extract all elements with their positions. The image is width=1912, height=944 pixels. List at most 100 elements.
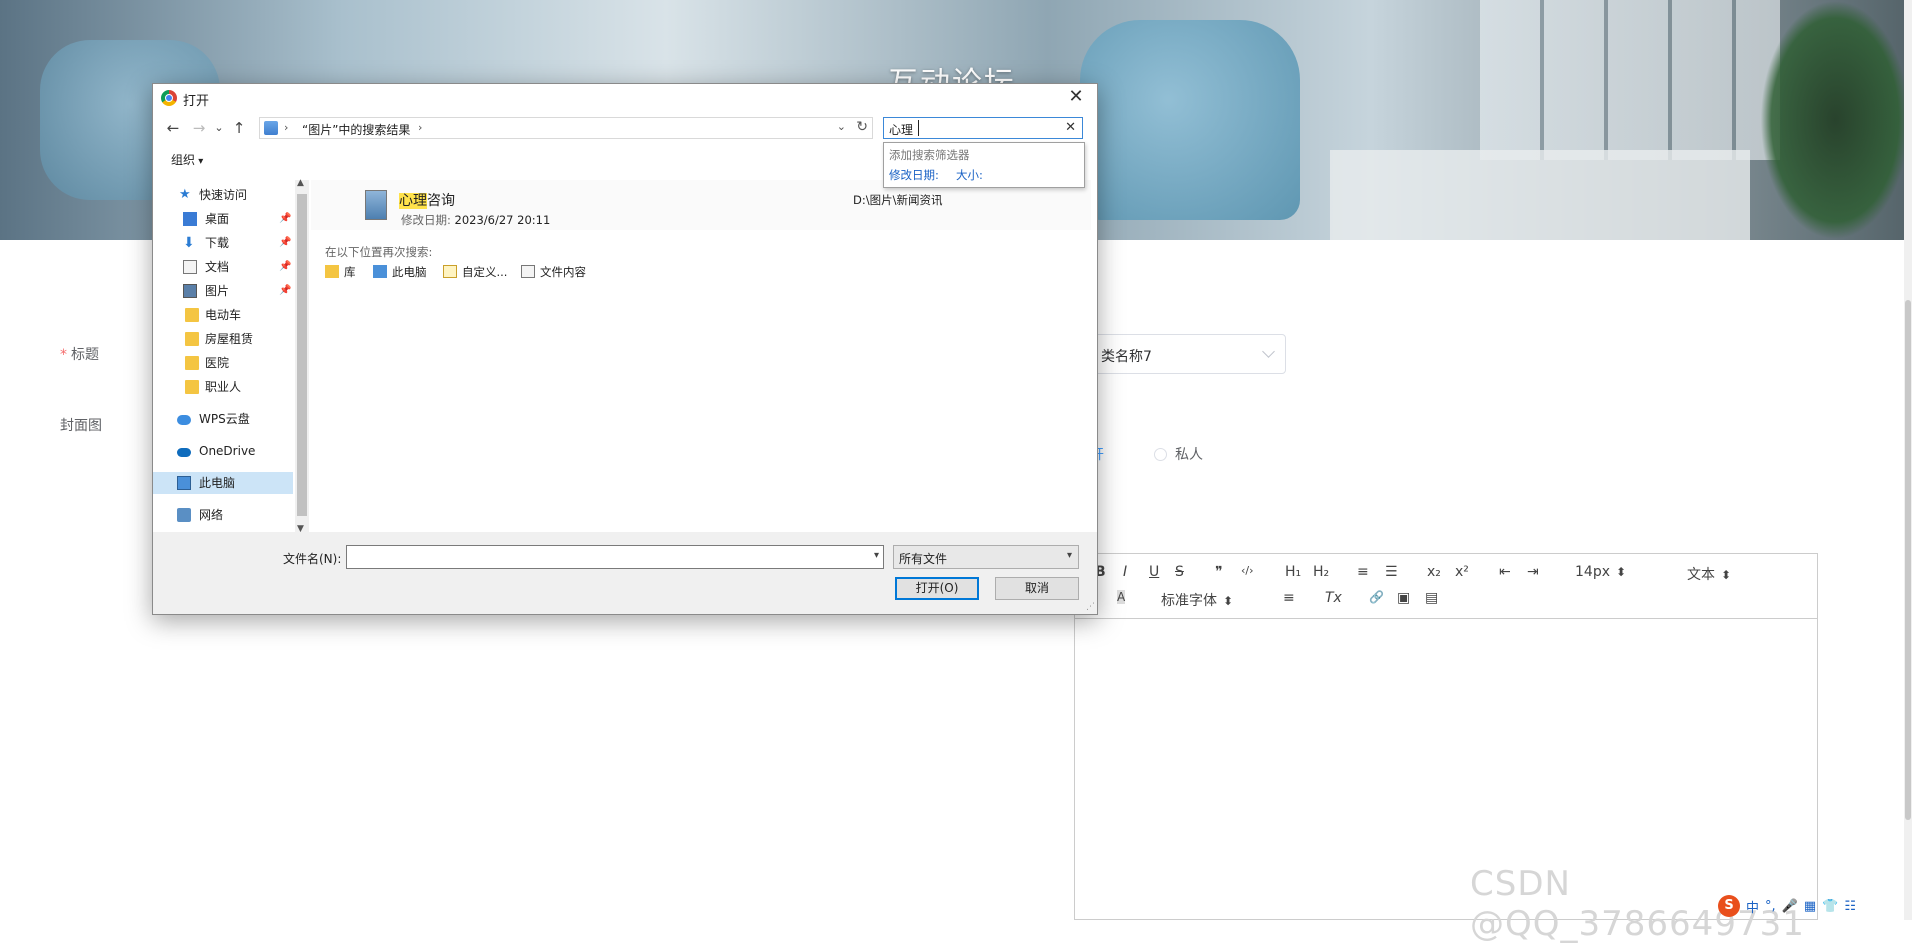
filter-date-modified[interactable]: 修改日期: <box>889 167 939 183</box>
open-button[interactable]: 打开(O) <box>895 577 979 600</box>
underline-button[interactable]: U <box>1149 564 1159 580</box>
header-select[interactable]: 文本 <box>1687 564 1767 584</box>
background-color-button[interactable]: A <box>1117 590 1126 604</box>
search-again-label: 在以下位置再次搜索: <box>325 245 433 259</box>
filter-header: 添加搜索筛选器 <box>889 148 970 162</box>
network-icon <box>177 508 191 522</box>
onedrive-icon <box>177 448 191 457</box>
cloud-icon <box>177 415 191 425</box>
subscript-button[interactable]: x₂ <box>1427 564 1441 580</box>
sidebar-item-wps-cloud[interactable]: WPS云盘 <box>153 408 293 430</box>
cancel-button[interactable]: 取消 <box>995 577 1079 600</box>
chevron-down-icon[interactable]: ▾ <box>874 550 879 561</box>
folder-icon <box>185 332 199 346</box>
page-scrollbar-thumb[interactable] <box>1905 300 1911 820</box>
document-icon <box>183 260 197 274</box>
filename-input[interactable]: ▾ <box>346 545 884 569</box>
strike-button[interactable]: S <box>1175 564 1184 580</box>
ime-tray: S 中 °, 🎤 ▦ 👕 ☷ <box>1718 892 1912 920</box>
superscript-button[interactable]: x² <box>1455 564 1469 580</box>
sidebar-item-downloads[interactable]: ⬇ 下载 📌 <box>153 232 293 254</box>
sidebar-item-folder[interactable]: 房屋租赁 <box>153 328 293 350</box>
file-path: D:\图片\新闻资讯 <box>853 193 943 207</box>
navigation-bar: ← → ⌄ ↑ › “图片”中的搜索结果 › ⌄ ↻ 心理 ✕ <box>153 116 1097 142</box>
clear-search-icon[interactable]: ✕ <box>1065 120 1076 135</box>
ime-punct-icon[interactable]: °, <box>1765 899 1776 914</box>
file-modified: 修改日期: 2023/6/27 20:11 <box>401 213 551 227</box>
folder-icon <box>185 380 199 394</box>
pictures-icon <box>183 284 197 298</box>
align-button[interactable]: ≡ <box>1283 590 1295 606</box>
sidebar-item-folder[interactable]: 职业人 <box>153 376 293 398</box>
computer-icon <box>177 476 191 490</box>
search-again-library[interactable]: 库 <box>325 264 356 280</box>
filename-label: 文件名(N): <box>283 552 342 566</box>
search-input[interactable]: 心理 ✕ <box>883 117 1083 139</box>
recent-locations-icon[interactable]: ⌄ <box>209 118 229 138</box>
computer-icon <box>373 265 387 278</box>
category-select[interactable]: 类名称7 <box>1090 334 1286 374</box>
h2-button[interactable]: H₂ <box>1313 564 1329 580</box>
editor-toolbar: B I U S ❞ ‹/› H₁ H₂ ≡ ☰ x₂ x² ⇤ ⇥ 14px 文… <box>1075 554 1817 619</box>
sidebar-item-documents[interactable]: 文档 📌 <box>153 256 293 278</box>
breadcrumb-separator[interactable]: › <box>418 121 422 134</box>
search-again-custom[interactable]: 自定义... <box>443 264 507 280</box>
keyboard-icon[interactable]: ▦ <box>1804 899 1816 914</box>
h1-button[interactable]: H₁ <box>1285 564 1301 580</box>
font-size-select[interactable]: 14px <box>1575 564 1655 580</box>
navigation-pane-scrollbar[interactable]: ▲ ▼ <box>295 178 309 534</box>
filter-size[interactable]: 大小: <box>956 167 983 183</box>
sidebar-item-pictures[interactable]: 图片 📌 <box>153 280 293 302</box>
file-type-select[interactable]: 所有文件 ▾ <box>893 545 1079 569</box>
resize-grip-icon[interactable]: ⋰ <box>1086 602 1095 612</box>
sidebar-item-onedrive[interactable]: OneDrive <box>153 440 293 462</box>
toolbox-icon[interactable]: ☷ <box>1844 899 1856 914</box>
forward-arrow-icon[interactable]: → <box>189 118 209 138</box>
indent-button[interactable]: ⇥ <box>1527 564 1539 580</box>
microphone-icon[interactable]: 🎤 <box>1782 899 1798 914</box>
clear-format-button[interactable]: Tx <box>1325 590 1342 606</box>
video-icon[interactable]: ▤ <box>1425 590 1438 606</box>
sidebar-item-this-pc[interactable]: 此电脑 <box>153 472 293 494</box>
italic-button[interactable]: I <box>1123 564 1127 580</box>
image-icon[interactable]: ▣ <box>1397 590 1410 606</box>
bullet-list-button[interactable]: ☰ <box>1385 564 1398 580</box>
image-file-icon <box>365 190 387 220</box>
radio-dot <box>1154 448 1167 461</box>
ime-lang-icon[interactable]: 中 <box>1746 897 1759 916</box>
address-bar[interactable]: › “图片”中的搜索结果 › ⌄ ↻ <box>259 117 873 139</box>
breadcrumb[interactable]: “图片”中的搜索结果 <box>302 121 410 138</box>
scroll-up-icon[interactable]: ▲ <box>297 178 304 188</box>
scrollbar-thumb[interactable] <box>297 194 307 516</box>
pin-icon: 📌 <box>279 261 292 272</box>
pin-icon: 📌 <box>279 213 292 224</box>
skin-icon[interactable]: 👕 <box>1822 899 1838 914</box>
up-arrow-icon[interactable]: ↑ <box>229 118 249 138</box>
sidebar-item-quick-access[interactable]: ★ 快速访问 <box>153 184 293 206</box>
outdent-button[interactable]: ⇤ <box>1499 564 1511 580</box>
radio-private[interactable]: 私人 <box>1154 444 1203 464</box>
file-list: 心理咨询 修改日期: 2023/6/27 20:11 D:\图片\新闻资讯 在以… <box>311 180 1091 532</box>
organize-button[interactable]: 组织 <box>171 151 203 168</box>
back-arrow-icon[interactable]: ← <box>163 118 183 138</box>
refresh-icon[interactable]: ↻ <box>856 119 868 135</box>
title-label: * 标题 <box>60 347 99 363</box>
code-button[interactable]: ‹/› <box>1241 564 1254 577</box>
close-icon[interactable]: ✕ <box>1061 86 1091 108</box>
search-again-file-contents[interactable]: 文件内容 <box>521 264 586 280</box>
sidebar-item-desktop[interactable]: 桌面 📌 <box>153 208 293 230</box>
sidebar-item-folder[interactable]: 医院 <box>153 352 293 374</box>
sidebar-item-network[interactable]: 网络 <box>153 504 293 526</box>
page-scrollbar[interactable] <box>1904 0 1912 920</box>
sogou-logo-icon[interactable]: S <box>1718 895 1740 917</box>
dialog-titlebar[interactable]: 打开 ✕ <box>153 84 1097 112</box>
link-icon[interactable]: 🔗 <box>1369 590 1384 604</box>
quote-button[interactable]: ❞ <box>1215 564 1223 580</box>
font-family-select[interactable]: 标准字体 <box>1161 590 1257 610</box>
search-folder-icon <box>264 121 278 135</box>
sidebar-item-folder[interactable]: 电动车 <box>153 304 293 326</box>
search-again-this-pc[interactable]: 此电脑 <box>373 264 427 280</box>
pin-icon: 📌 <box>279 285 292 296</box>
ordered-list-button[interactable]: ≡ <box>1357 564 1369 580</box>
chevron-down-icon[interactable]: ⌄ <box>837 120 846 133</box>
